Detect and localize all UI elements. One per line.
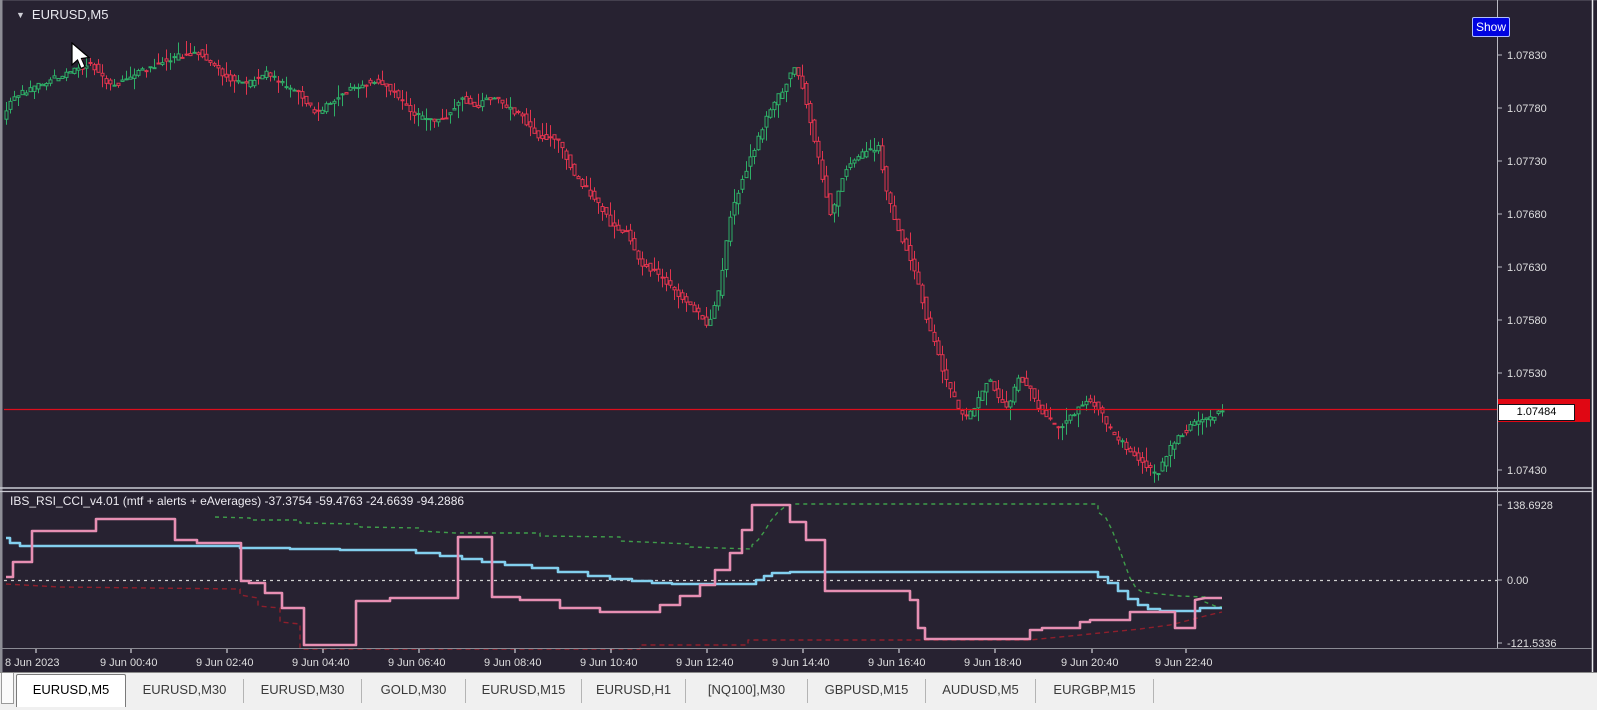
current-price-box: 1.07484 xyxy=(1498,404,1575,421)
svg-text:1.07530: 1.07530 xyxy=(1507,368,1547,380)
price-chart-canvas[interactable]: 1.07830 1.07780 1.07730 1.07680 1.07630 1.075… xyxy=(0,0,1597,672)
svg-text:-121.5336: -121.5336 xyxy=(1507,638,1557,650)
chevron-down-icon: ▼ xyxy=(16,9,25,20)
chart-tab-audusd-m5[interactable]: AUDUSD,M5 xyxy=(926,679,1036,703)
show-button[interactable]: Show xyxy=(1472,17,1510,37)
svg-text:9 Jun 16:40: 9 Jun 16:40 xyxy=(868,657,926,669)
svg-text:1.07730: 1.07730 xyxy=(1507,156,1547,168)
chart-stack: 1.07830 1.07780 1.07730 1.07680 1.07630 1.075… xyxy=(0,0,1597,672)
svg-text:0.00: 0.00 xyxy=(1507,575,1528,587)
svg-text:9 Jun 10:40: 9 Jun 10:40 xyxy=(580,657,638,669)
chart-tab-gold-m30[interactable]: GOLD,M30 xyxy=(362,679,466,703)
svg-text:1.07630: 1.07630 xyxy=(1507,262,1547,274)
chart-tab-eurusd-m15[interactable]: EURUSD,M15 xyxy=(466,679,582,703)
chart-tab--nq100-m30[interactable]: [NQ100],M30 xyxy=(686,679,808,703)
svg-text:9 Jun 04:40: 9 Jun 04:40 xyxy=(292,657,350,669)
chart-tab-eurusd-m30[interactable]: EURUSD,M30 xyxy=(244,679,362,703)
chart-tab-eurgbp-m15[interactable]: EURGBP,M15 xyxy=(1036,679,1154,703)
svg-text:8 Jun 2023: 8 Jun 2023 xyxy=(5,657,59,669)
chart-tab-gbpusd-m15[interactable]: GBPUSD,M15 xyxy=(808,679,926,703)
symbol-label-text: EURUSD,M5 xyxy=(31,7,109,22)
chart-tab-bar: EURUSD,M5 EURUSD,M30 EURUSD,M30 GOLD,M30 EUR… xyxy=(0,672,1597,710)
chart-tab-eurusd-m5-active[interactable]: EURUSD,M5 xyxy=(16,674,126,707)
svg-text:9 Jun 18:40: 9 Jun 18:40 xyxy=(964,657,1022,669)
svg-text:9 Jun 12:40: 9 Jun 12:40 xyxy=(676,657,734,669)
tab-strip-edge xyxy=(1,673,14,704)
svg-text:9 Jun 02:40: 9 Jun 02:40 xyxy=(196,657,254,669)
svg-text:1.07580: 1.07580 xyxy=(1507,315,1547,327)
svg-text:9 Jun 08:40: 9 Jun 08:40 xyxy=(484,657,542,669)
svg-text:9 Jun 20:40: 9 Jun 20:40 xyxy=(1061,657,1119,669)
svg-text:9 Jun 00:40: 9 Jun 00:40 xyxy=(100,657,158,669)
chart-tab-eurusd-h1[interactable]: EURUSD,H1 xyxy=(582,679,686,703)
indicator-title-values: IBS_RSI_CCI_v4.01 (mtf + alerts + eAvera… xyxy=(10,494,465,508)
svg-text:1.07430: 1.07430 xyxy=(1507,465,1547,477)
svg-text:9 Jun 14:40: 9 Jun 14:40 xyxy=(772,657,830,669)
svg-text:1.07830: 1.07830 xyxy=(1507,50,1547,62)
symbol-timeframe-label: ▼ EURUSD,M5 xyxy=(16,7,109,22)
svg-text:9 Jun 22:40: 9 Jun 22:40 xyxy=(1155,657,1213,669)
mt4-chart-window: 1.07830 1.07780 1.07730 1.07680 1.07630 1.075… xyxy=(0,0,1597,710)
svg-text:9 Jun 06:40: 9 Jun 06:40 xyxy=(388,657,446,669)
svg-text:1.07780: 1.07780 xyxy=(1507,103,1547,115)
svg-text:138.6928: 138.6928 xyxy=(1507,500,1553,512)
chart-tab-eurusd-m30[interactable]: EURUSD,M30 xyxy=(126,679,244,703)
svg-text:1.07680: 1.07680 xyxy=(1507,209,1547,221)
